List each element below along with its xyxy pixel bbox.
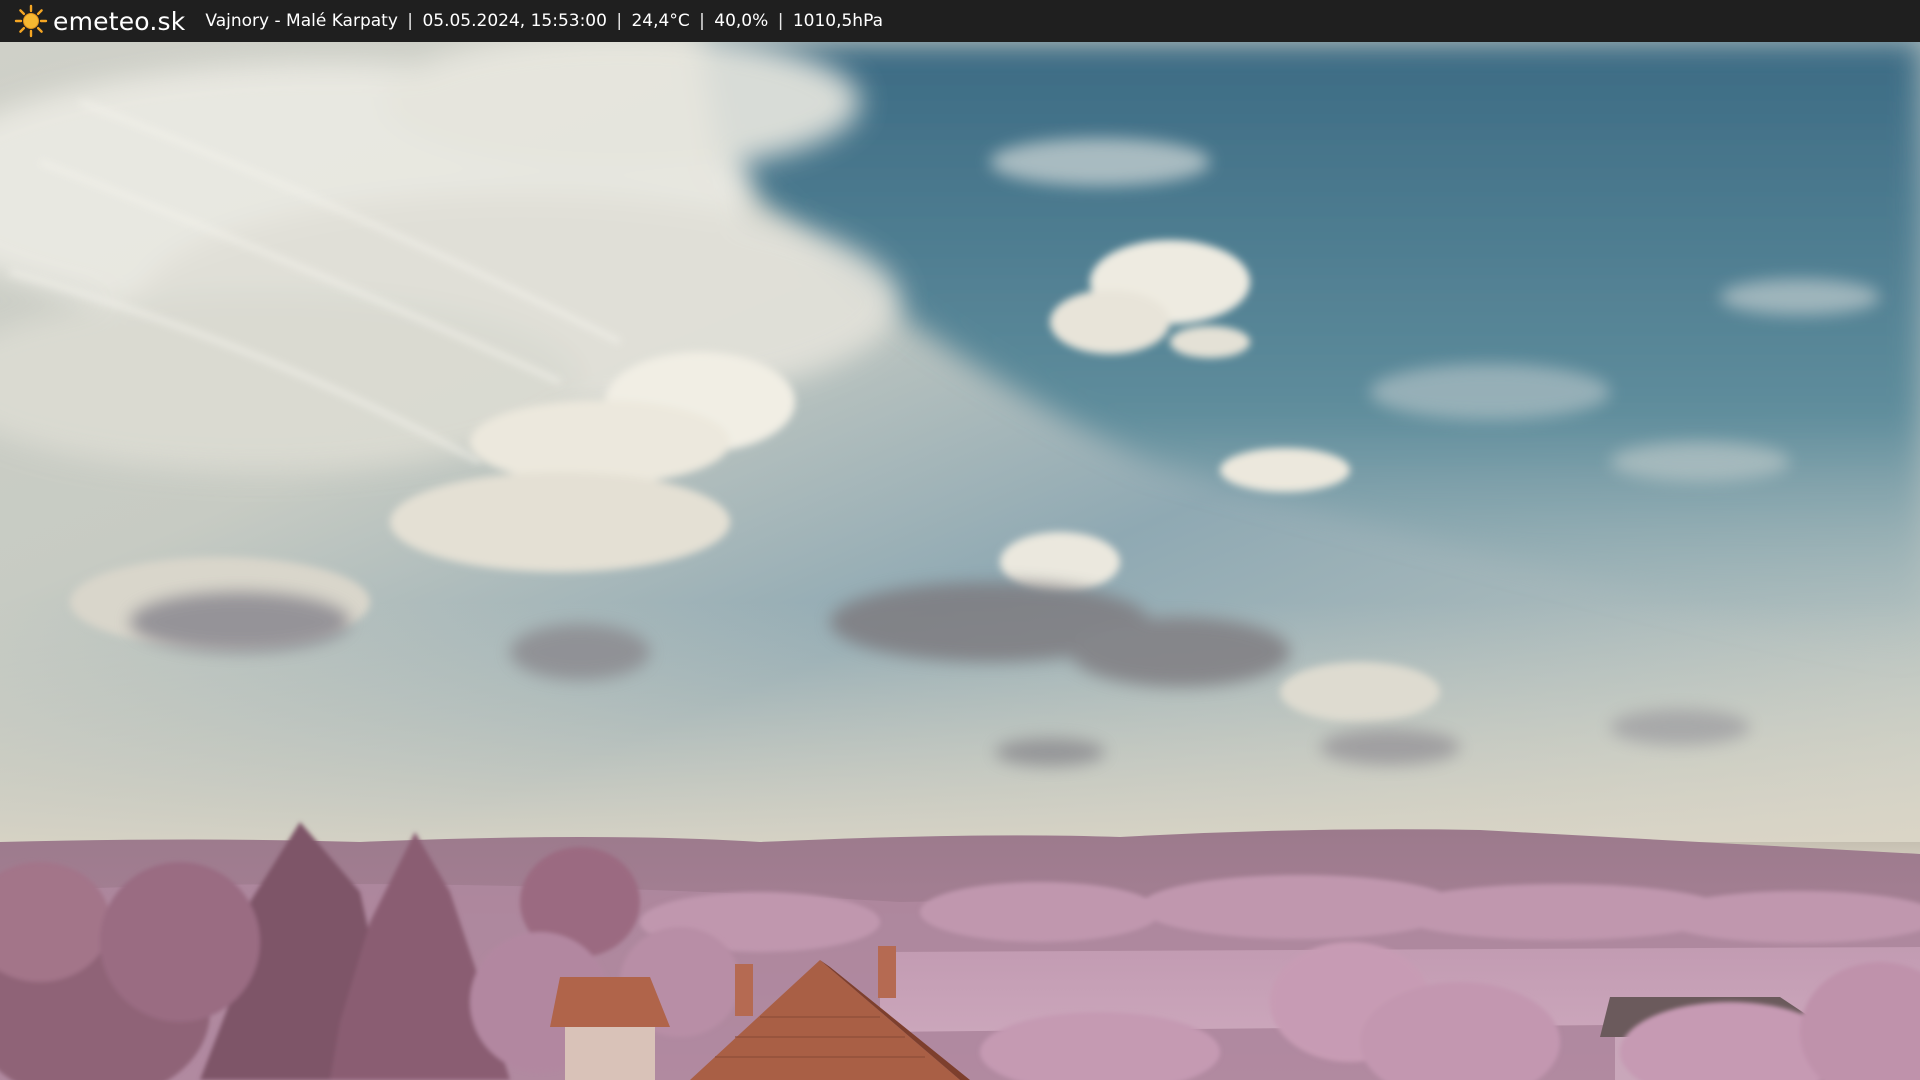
sun-icon (14, 4, 48, 38)
datetime-value: 05.05.2024, 15:53:00 (422, 11, 607, 31)
webcam-view: emeteo.sk Vajnory - Malé Karpaty | 05.05… (0, 0, 1920, 1080)
separator: | (407, 11, 414, 31)
humidity-value: 40,0% (714, 11, 769, 31)
separator: | (777, 11, 784, 31)
pressure-value: 1010,5hPa (792, 11, 883, 31)
location-label: Vajnory - Malé Karpaty (205, 11, 398, 31)
logo[interactable]: emeteo.sk (14, 0, 185, 42)
separator: | (699, 11, 705, 31)
separator: | (616, 11, 623, 31)
landscape-photo (0, 42, 1920, 1080)
webcam-image (0, 42, 1920, 1080)
temperature-value: 24,4°C (631, 11, 690, 31)
header-bar: emeteo.sk Vajnory - Malé Karpaty | 05.05… (0, 0, 1920, 42)
brand-name: emeteo.sk (53, 6, 186, 36)
station-info: Vajnory - Malé Karpaty | 05.05.2024, 15:… (205, 11, 883, 31)
